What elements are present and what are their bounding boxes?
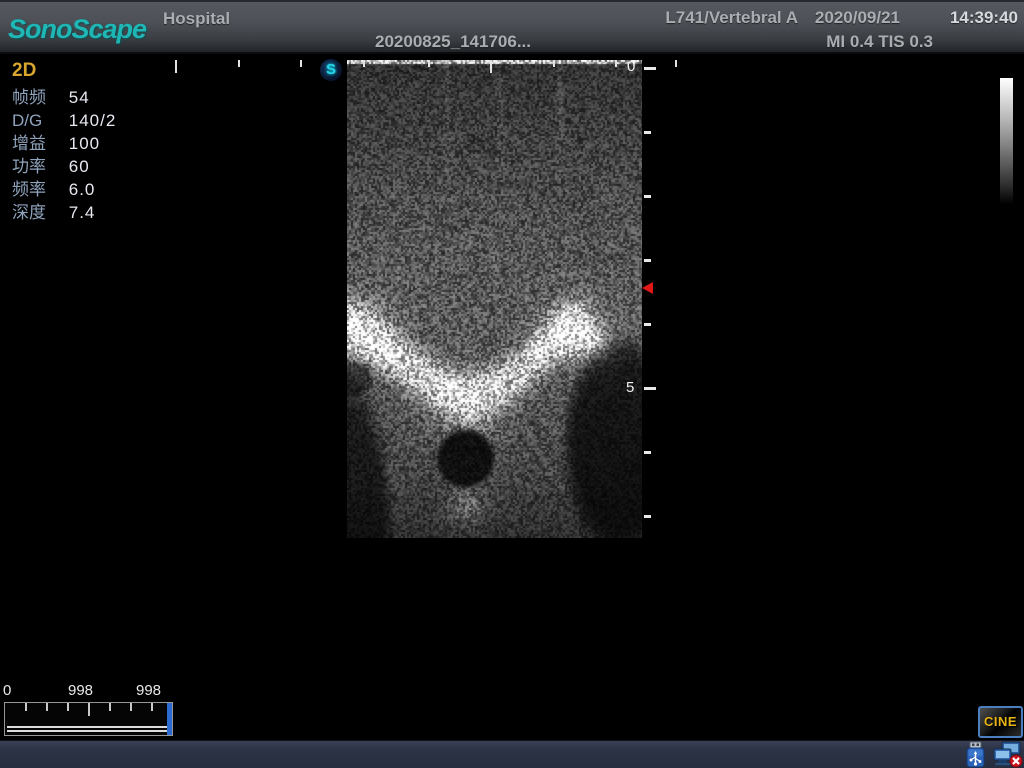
sonoscape-logo: SonoScape <box>8 14 146 45</box>
param-value: 60 <box>69 157 90 176</box>
scrubber-tick <box>151 703 153 711</box>
exam-date: 2020/09/21 <box>815 8 900 28</box>
param-row-depth: 深度 7.4 <box>12 201 116 224</box>
cine-current-frame: 998 <box>68 682 93 699</box>
scrubber-track <box>7 726 170 728</box>
scrubber-tick <box>109 703 111 711</box>
cine-button[interactable]: CINE <box>978 706 1023 738</box>
top-ruler-tick <box>363 60 365 67</box>
param-row-framerate: 帧频 54 <box>12 86 116 109</box>
depth-ruler-tick <box>644 195 651 198</box>
depth-ruler-tick <box>644 323 651 326</box>
param-value: 7.4 <box>69 203 96 222</box>
depth-ruler-tick <box>644 259 651 262</box>
param-row-frequency: 频率 6.0 <box>12 178 116 201</box>
scrubber-position-handle[interactable] <box>167 703 172 735</box>
param-label: 功率 <box>12 155 64 178</box>
parameter-panel: 2D 帧频 54 D/G 140/2 增益 100 功率 60 频率 6.0 深… <box>12 60 116 224</box>
param-value: 6.0 <box>69 180 96 199</box>
scrubber-tick <box>67 703 69 711</box>
top-ruler-tick <box>615 60 617 67</box>
param-value: 54 <box>69 88 90 107</box>
scrubber-track <box>7 730 170 732</box>
mode-label: 2D <box>12 60 116 82</box>
hospital-name: Hospital <box>163 9 230 29</box>
cine-total-frames: 998 <box>136 682 161 699</box>
param-row-dg: D/G 140/2 <box>12 109 116 132</box>
param-value: 140/2 <box>69 111 117 130</box>
focus-marker-icon[interactable] <box>642 282 653 294</box>
top-ruler-tick <box>175 60 177 73</box>
probe-preset: L741/Vertebral A <box>665 8 798 28</box>
depth-ruler-tick <box>644 67 656 70</box>
param-value: 100 <box>69 134 100 153</box>
taskbar <box>0 740 1024 768</box>
top-ruler-tick <box>428 60 430 67</box>
scrubber-tick <box>88 703 90 716</box>
top-ruler-tick <box>300 60 302 67</box>
param-label: 频率 <box>12 178 64 201</box>
exam-file-id: 20200825_141706... <box>375 32 531 52</box>
header-bar: SonoScape Hospital 20200825_141706... L7… <box>0 0 1024 54</box>
grayscale-bar <box>1000 78 1013 204</box>
param-row-power: 功率 60 <box>12 155 116 178</box>
param-row-gain: 增益 100 <box>12 132 116 155</box>
cine-scrubber[interactable] <box>4 702 173 736</box>
param-label: D/G <box>12 109 64 132</box>
ultrasound-screen: SonoScape Hospital 20200825_141706... L7… <box>0 0 1024 768</box>
scrubber-tick <box>46 703 48 711</box>
cine-start-frame: 0 <box>3 682 11 699</box>
top-ruler-tick <box>553 60 555 67</box>
param-label: 深度 <box>12 201 64 224</box>
scrubber-tick <box>25 703 27 711</box>
top-ruler-tick <box>675 60 677 67</box>
top-ruler-tick <box>238 60 240 67</box>
top-ruler-tick <box>490 60 492 73</box>
depth-label-0: 0 <box>627 58 635 75</box>
ultrasound-image[interactable] <box>347 60 642 538</box>
usb-icon[interactable] <box>962 741 989 768</box>
network-error-icon[interactable] <box>992 741 1023 768</box>
depth-ruler-tick <box>644 515 651 518</box>
mi-tis-readout: MI 0.4 TIS 0.3 <box>826 32 933 52</box>
probe-orientation-mark: S <box>320 59 342 81</box>
param-label: 增益 <box>12 132 64 155</box>
scrubber-tick <box>130 703 132 711</box>
param-label: 帧频 <box>12 86 64 109</box>
depth-ruler-tick <box>644 387 656 390</box>
depth-label-5: 5 <box>626 379 634 396</box>
clock: 14:39:40 <box>950 8 1018 28</box>
depth-ruler-tick <box>644 131 651 134</box>
depth-ruler-tick <box>644 451 651 454</box>
